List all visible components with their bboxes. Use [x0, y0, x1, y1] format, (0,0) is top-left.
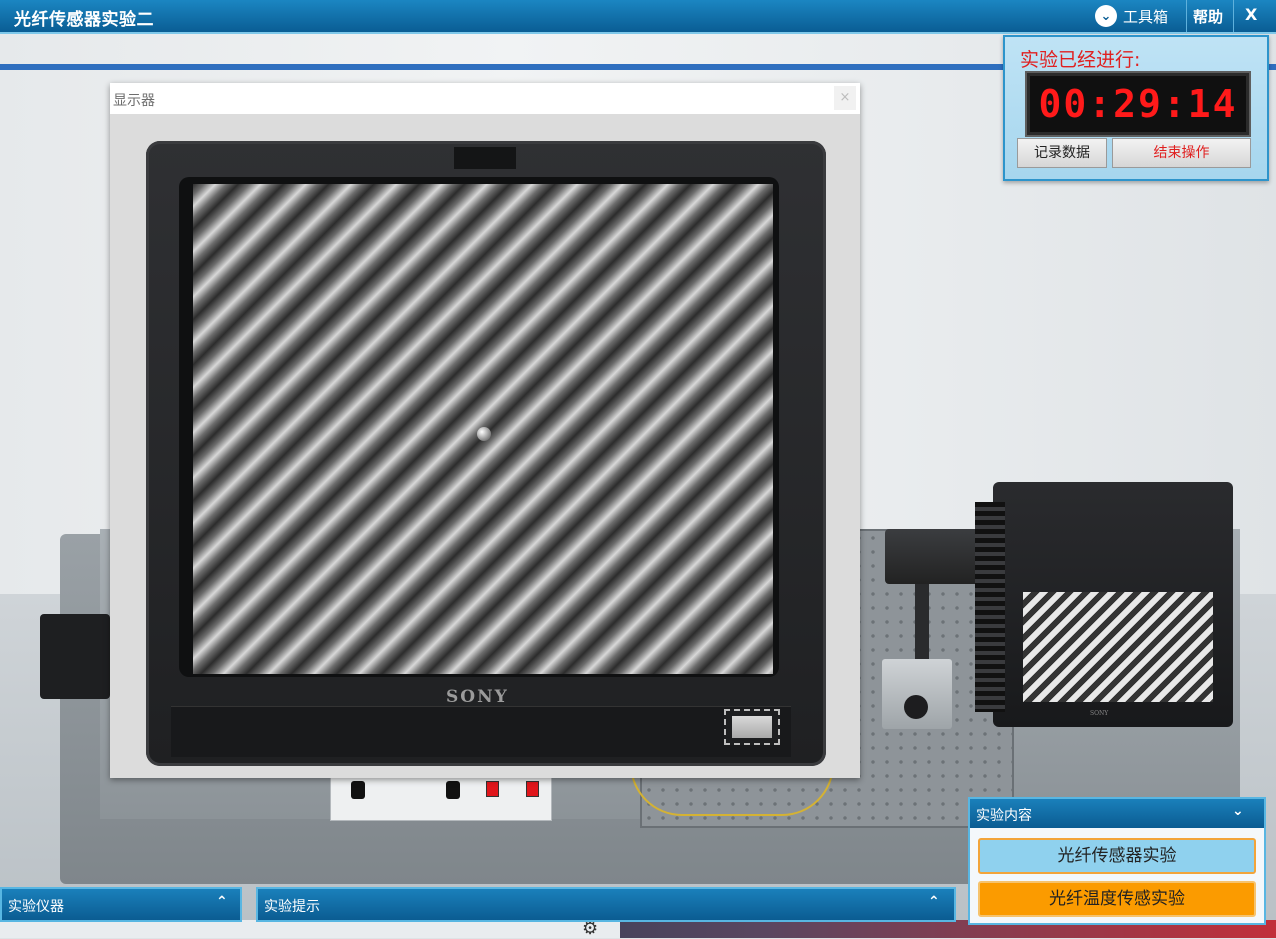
- small-monitor[interactable]: SONY: [975, 482, 1233, 727]
- monitor-screen: [1023, 592, 1213, 702]
- separator: [1186, 0, 1187, 32]
- instruments-panel[interactable]: 实验仪器 ⌃: [0, 887, 242, 922]
- chevron-down-icon[interactable]: ⌄: [1232, 803, 1244, 819]
- record-data-button[interactable]: 记录数据: [1017, 138, 1107, 168]
- tips-label: 实验提示: [264, 899, 320, 915]
- chevron-up-icon[interactable]: ⌃: [216, 894, 228, 910]
- dialog-header[interactable]: 显示器 ×: [110, 83, 860, 114]
- light-source-box[interactable]: [40, 614, 110, 699]
- dialog-close-button[interactable]: ×: [834, 86, 856, 110]
- tips-panel[interactable]: 实验提示 ⌃: [256, 887, 956, 922]
- toolbox-button[interactable]: ⌄ 工具箱: [1095, 2, 1183, 30]
- chevron-down-icon: ⌄: [1095, 5, 1117, 27]
- experiment-button-fiber-temperature[interactable]: 光纤温度传感实验: [978, 881, 1256, 917]
- knob[interactable]: [446, 781, 460, 799]
- chevron-up-icon[interactable]: ⌃: [928, 894, 940, 910]
- close-window-button[interactable]: X: [1245, 5, 1257, 24]
- control-panel[interactable]: [330, 774, 552, 821]
- content-panel-header[interactable]: 实验内容 ⌄: [970, 799, 1264, 828]
- dialog-body: SONY: [110, 114, 860, 778]
- brand-logo: SONY: [446, 687, 509, 707]
- switch[interactable]: [486, 781, 499, 797]
- switch[interactable]: [526, 781, 539, 797]
- timer-title: 实验已经进行:: [1020, 49, 1141, 71]
- window-title: 光纤传感器实验二: [14, 10, 154, 30]
- ccd-camera[interactable]: [885, 529, 985, 584]
- monitor-vents: [975, 502, 1005, 712]
- end-operation-button[interactable]: 结束操作: [1112, 138, 1251, 168]
- instrument-tray: [0, 920, 620, 938]
- timer-panel: 实验已经进行: 00:29:14 记录数据 结束操作: [1003, 35, 1269, 181]
- interference-fringe-screen: [193, 184, 773, 674]
- experiment-button-fiber-sensor[interactable]: 光纤传感器实验: [978, 838, 1256, 874]
- instruments-label: 实验仪器: [8, 899, 64, 915]
- content-label: 实验内容: [976, 808, 1032, 824]
- experiment-content-panel: 实验内容 ⌄ 光纤传感器实验 光纤温度传感实验: [968, 797, 1266, 925]
- separator: [1233, 0, 1234, 32]
- monitor-power-button[interactable]: [724, 709, 780, 745]
- display-dialog: 显示器 × SONY: [110, 83, 860, 778]
- magnetic-base[interactable]: [882, 659, 952, 729]
- help-button[interactable]: 帮助: [1193, 6, 1223, 27]
- toolbox-label: 工具箱: [1123, 7, 1169, 26]
- dialog-title: 显示器: [113, 93, 155, 109]
- knob[interactable]: [351, 781, 365, 799]
- monitor-notch: [454, 147, 516, 169]
- base-dial[interactable]: [904, 695, 928, 719]
- center-dot: [477, 427, 491, 441]
- timer-display: 00:29:14: [1027, 73, 1249, 135]
- title-bar: 光纤传感器实验二 ⌄ 工具箱 帮助 X: [0, 0, 1276, 34]
- monitor-brand: SONY: [1090, 710, 1109, 717]
- monitor-bottom-panel: [171, 706, 791, 757]
- power-button-face: [732, 716, 772, 738]
- monitor-bezel: SONY: [146, 141, 826, 766]
